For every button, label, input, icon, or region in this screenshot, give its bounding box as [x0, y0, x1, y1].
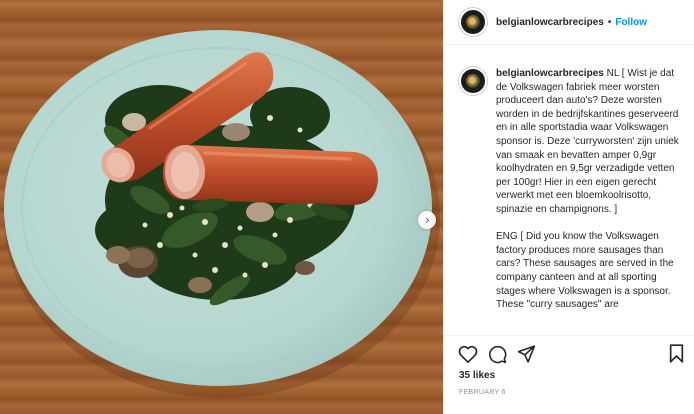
comments-area[interactable]: belgianlowcarbrecipes NL [ Wist je dat d…: [444, 45, 694, 335]
follow-button[interactable]: Follow: [615, 17, 647, 28]
heart-icon[interactable]: [458, 345, 478, 363]
likes-count[interactable]: 35 likes: [459, 370, 495, 381]
post-side-panel: belgianlowcarbrecipes • Follow belgianlo…: [443, 0, 694, 414]
post-date[interactable]: FEBRUARY 6: [459, 389, 506, 396]
bookmark-icon[interactable]: [669, 344, 684, 363]
caption-text: belgianlowcarbrecipes NL [ Wist je dat d…: [496, 67, 684, 312]
avatar[interactable]: [459, 8, 487, 36]
header-separator: •: [607, 16, 612, 28]
chevron-right-icon: ›: [425, 213, 430, 227]
caption-en: ENG [ Did you know the Volkswagen factor…: [496, 231, 674, 311]
sausage-front: [163, 145, 378, 205]
post-header: belgianlowcarbrecipes • Follow: [444, 0, 694, 45]
caption-nl: NL [ Wist je dat de Volkswagen fabriek m…: [496, 68, 679, 215]
caption-avatar[interactable]: [459, 67, 487, 95]
header-username[interactable]: belgianlowcarbrecipes: [496, 17, 604, 28]
instagram-post-view: › belgianlowcarbrecipes • Follow belgian…: [0, 0, 694, 414]
food-photo-illustration: [4, 30, 440, 398]
comment-icon[interactable]: [488, 345, 507, 364]
post-actions: 35 likes FEBRUARY 6: [444, 335, 694, 414]
post-photo[interactable]: ›: [0, 0, 443, 414]
caption-username[interactable]: belgianlowcarbrecipes: [496, 68, 604, 79]
share-icon[interactable]: [517, 345, 536, 363]
next-photo-button[interactable]: ›: [418, 211, 436, 229]
